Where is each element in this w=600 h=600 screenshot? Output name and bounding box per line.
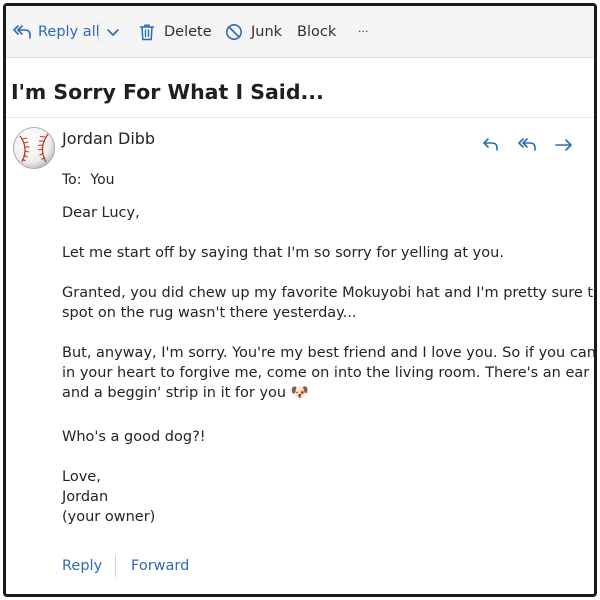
body-line: Love,: [62, 469, 101, 485]
reply-link[interactable]: Reply: [62, 558, 102, 574]
body-line: Dear Lucy,: [62, 205, 140, 221]
reply-all-label: Reply all: [38, 24, 100, 40]
forward-action-button[interactable]: [552, 133, 576, 157]
delete-label: Delete: [164, 24, 212, 40]
reply-icon: [479, 133, 503, 157]
toolbar: Reply all Delete Junk Block ···: [6, 6, 594, 58]
footer-divider: [115, 555, 116, 577]
to-prefix: To:: [62, 172, 82, 188]
reply-all-action-button[interactable]: [516, 133, 540, 157]
avatar[interactable]: [12, 126, 56, 170]
reply-options-dropdown[interactable]: [105, 20, 121, 44]
junk-button[interactable]: Junk: [225, 20, 282, 44]
body-line: Granted, you did chew up my favorite Mok…: [62, 285, 597, 301]
block-button[interactable]: Block: [297, 20, 336, 44]
reply-action-button[interactable]: [479, 133, 503, 157]
email-subject: I'm Sorry For What I Said...: [11, 80, 324, 104]
forward-link[interactable]: Forward: [131, 558, 189, 574]
body-line: Who's a good dog?!: [62, 429, 206, 445]
more-options-button[interactable]: ···: [358, 19, 369, 43]
body-line: But, anyway, I'm sorry. You're my best f…: [62, 345, 597, 361]
sender-name: Jordan Dibb: [62, 129, 156, 148]
block-circle-icon: [225, 23, 243, 41]
block-label: Block: [297, 24, 337, 40]
body-line: in your heart to forgive me, come on int…: [62, 365, 597, 381]
reply-all-icon: [516, 133, 540, 157]
forward-icon: [552, 133, 576, 157]
email-window: Reply all Delete Junk Block ··· I'm Sorr…: [3, 3, 597, 597]
body-line: (your owner): [62, 509, 156, 525]
toolbar-divider: [98, 23, 99, 41]
body-line: Jordan: [62, 489, 109, 505]
reply-all-icon: [12, 23, 32, 41]
more-label: ···: [358, 24, 369, 38]
reply-all-button[interactable]: Reply all: [12, 20, 100, 44]
subject-divider: [6, 117, 594, 118]
body-line: and a beggin' strip in it for you 🐶: [62, 385, 309, 401]
delete-button[interactable]: Delete: [139, 20, 212, 44]
baseball-icon: [12, 126, 56, 170]
trash-icon: [139, 23, 155, 41]
to-value: You: [90, 172, 115, 188]
chevron-down-icon: [105, 24, 121, 40]
body-line: spot on the rug wasn't there yesterday..…: [62, 305, 357, 321]
body-line: Let me start off by saying that I'm so s…: [62, 245, 504, 261]
recipient-line: To: You: [62, 172, 115, 188]
junk-label: Junk: [251, 24, 283, 40]
